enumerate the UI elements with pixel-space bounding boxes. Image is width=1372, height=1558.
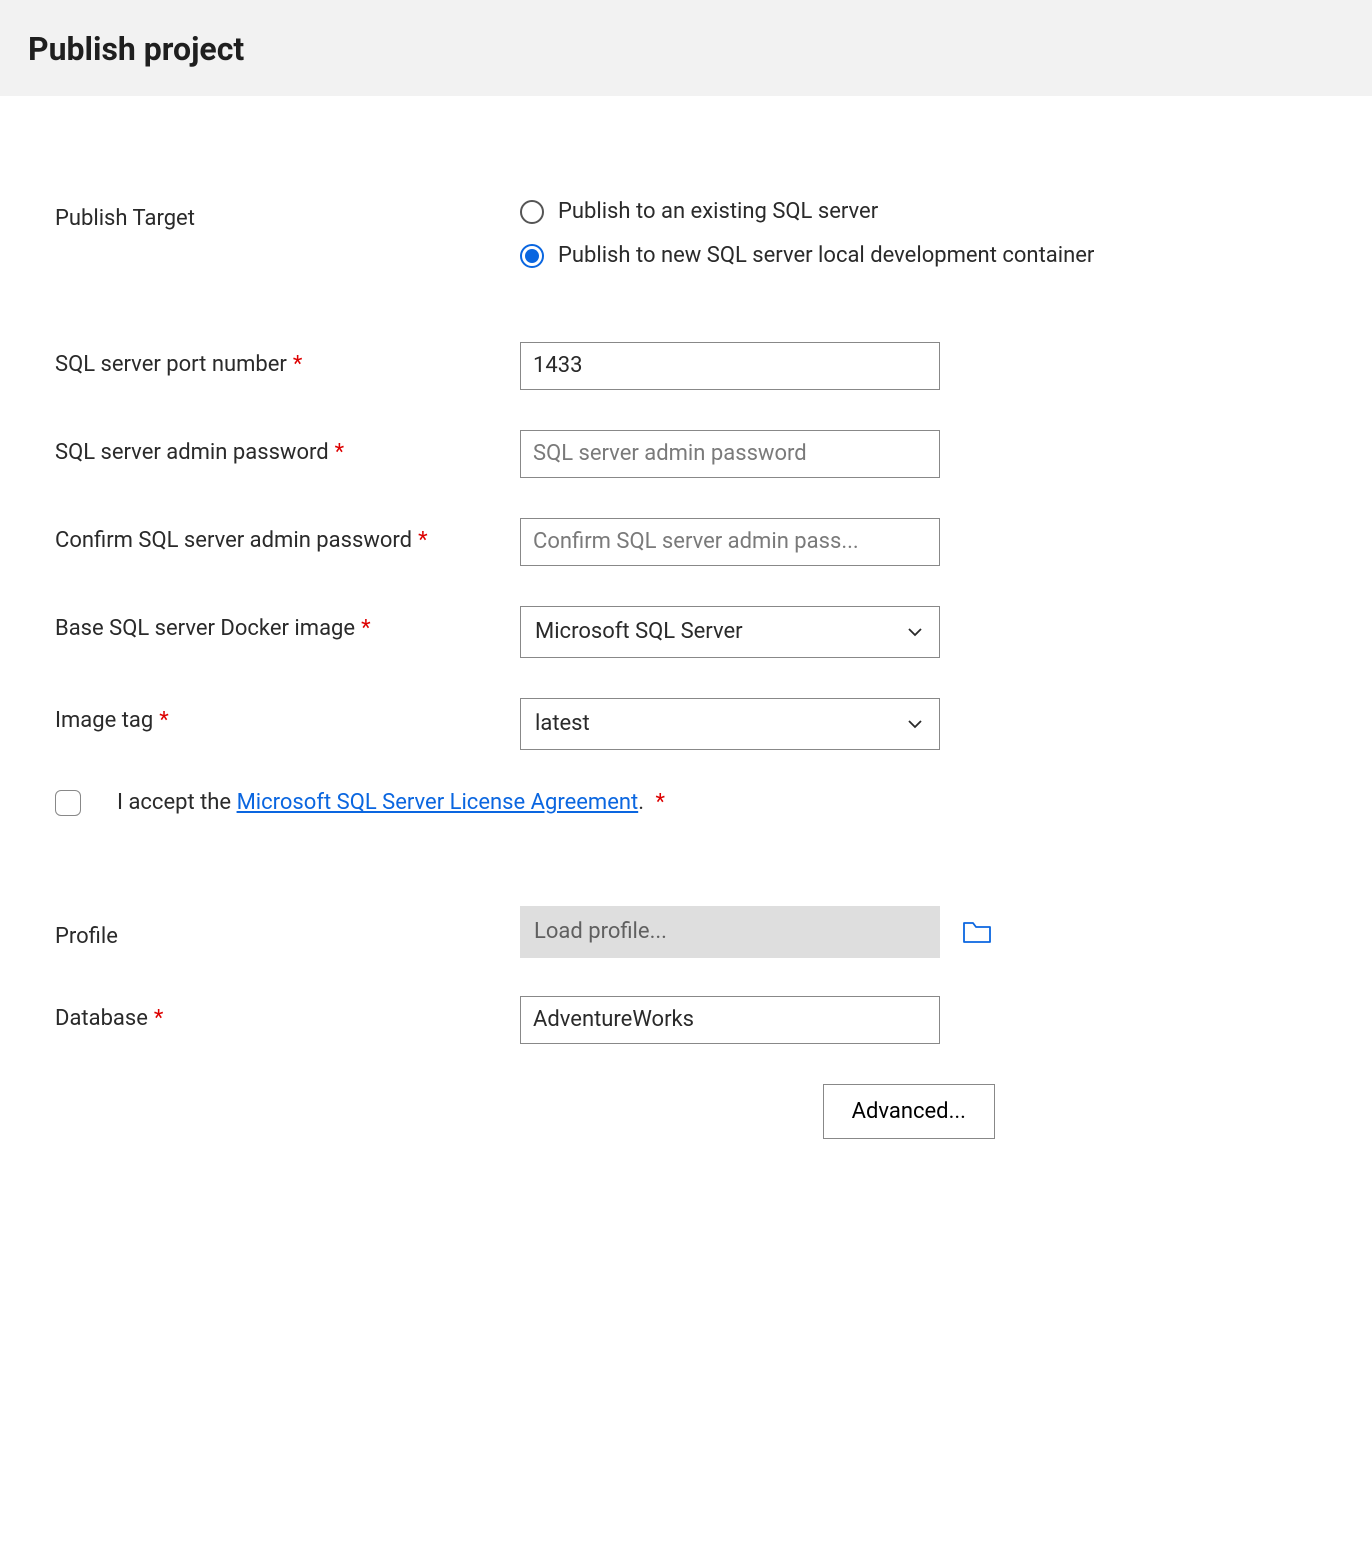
profile-placeholder: Load profile...	[534, 919, 667, 944]
port-input[interactable]	[520, 342, 940, 390]
required-indicator: *	[159, 708, 168, 733]
license-prefix: I accept the	[117, 790, 237, 815]
confirm-password-row: Confirm SQL server admin password*	[55, 518, 1317, 566]
admin-password-row: SQL server admin password*	[55, 430, 1317, 478]
dialog-header: Publish project	[0, 0, 1372, 96]
required-indicator: *	[293, 352, 302, 377]
license-row: I accept the Microsoft SQL Server Licens…	[55, 790, 1317, 816]
required-indicator: *	[655, 790, 664, 815]
profile-input[interactable]: Load profile...	[520, 906, 940, 958]
profile-label: Profile	[55, 914, 520, 949]
advanced-row: Advanced...	[55, 1084, 995, 1139]
required-indicator: *	[361, 616, 370, 641]
port-label-text: SQL server port number	[55, 352, 287, 377]
page-title: Publish project	[28, 30, 1344, 68]
confirm-password-input[interactable]	[520, 518, 940, 566]
database-label: Database*	[55, 996, 520, 1031]
publish-target-row: Publish Target Publish to an existing SQ…	[55, 196, 1317, 272]
image-tag-row: Image tag* latest	[55, 698, 1317, 750]
docker-image-label-text: Base SQL server Docker image	[55, 616, 355, 641]
confirm-password-label: Confirm SQL server admin password*	[55, 518, 520, 553]
profile-row: Profile Load profile...	[55, 906, 1317, 958]
port-label: SQL server port number*	[55, 342, 520, 377]
database-label-text: Database	[55, 1006, 148, 1031]
required-indicator: *	[335, 440, 344, 465]
port-row: SQL server port number*	[55, 342, 1317, 390]
database-row: Database*	[55, 996, 1317, 1044]
radio-circle-icon	[520, 200, 544, 224]
image-tag-label: Image tag*	[55, 698, 520, 733]
image-tag-label-text: Image tag	[55, 708, 153, 733]
publish-target-label: Publish Target	[55, 196, 520, 231]
confirm-password-label-text: Confirm SQL server admin password	[55, 528, 412, 553]
folder-icon[interactable]	[962, 919, 992, 945]
radio-circle-selected-icon	[520, 244, 544, 268]
image-tag-value: latest	[535, 711, 590, 736]
license-suffix: .	[638, 790, 644, 815]
docker-image-value: Microsoft SQL Server	[535, 619, 743, 644]
image-tag-select[interactable]: latest	[520, 698, 940, 750]
form-content: Publish Target Publish to an existing SQ…	[0, 96, 1372, 1179]
advanced-button[interactable]: Advanced...	[823, 1084, 995, 1139]
radio-existing-server[interactable]: Publish to an existing SQL server	[520, 196, 1317, 228]
docker-image-select[interactable]: Microsoft SQL Server	[520, 606, 940, 658]
chevron-down-icon	[905, 714, 925, 734]
database-input[interactable]	[520, 996, 940, 1044]
docker-image-label: Base SQL server Docker image*	[55, 606, 520, 641]
license-checkbox[interactable]	[55, 790, 81, 816]
radio-existing-label: Publish to an existing SQL server	[558, 196, 878, 228]
license-link[interactable]: Microsoft SQL Server License Agreement	[237, 790, 639, 815]
chevron-down-icon	[905, 622, 925, 642]
admin-password-label-text: SQL server admin password	[55, 440, 329, 465]
license-text: I accept the Microsoft SQL Server Licens…	[117, 790, 665, 815]
docker-image-row: Base SQL server Docker image* Microsoft …	[55, 606, 1317, 658]
publish-target-radio-group: Publish to an existing SQL server Publis…	[520, 196, 1317, 272]
required-indicator: *	[154, 1006, 163, 1031]
required-indicator: *	[418, 528, 427, 553]
radio-new-container-label: Publish to new SQL server local developm…	[558, 240, 1094, 272]
admin-password-label: SQL server admin password*	[55, 430, 520, 465]
radio-new-container[interactable]: Publish to new SQL server local developm…	[520, 240, 1317, 272]
admin-password-input[interactable]	[520, 430, 940, 478]
